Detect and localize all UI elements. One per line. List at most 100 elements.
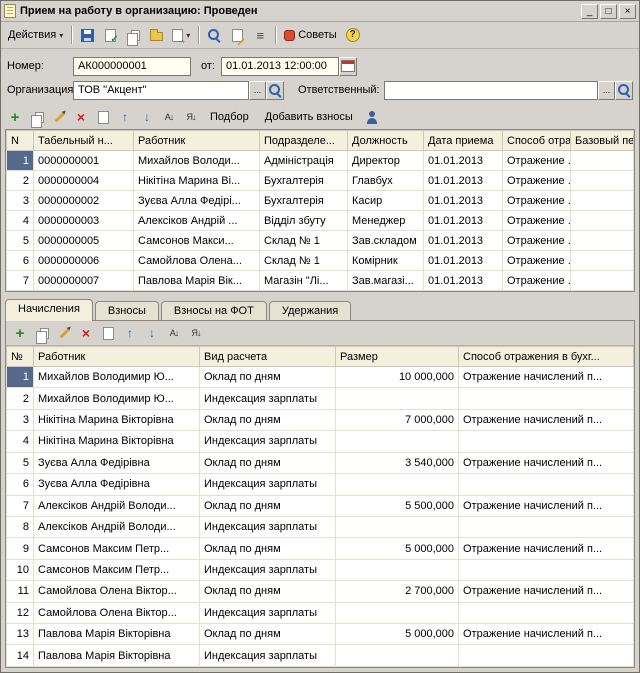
cell[interactable]: Оклад по дням — [199, 580, 336, 603]
cell[interactable]: 01.01.2013 — [423, 170, 503, 191]
table-row[interactable]: 7 0000000007 Павлова Марія Вік... Магазін "… — [6, 270, 634, 291]
cell[interactable]: 6 — [6, 250, 34, 271]
cell[interactable]: Отражение ... — [502, 270, 571, 291]
column-header[interactable]: Дата приема — [423, 130, 503, 151]
cell[interactable]: Михайлов Володи... — [133, 150, 260, 171]
cell[interactable]: Менеджер — [347, 210, 424, 231]
cell[interactable]: Оклад по дням — [199, 365, 336, 389]
cell[interactable]: Самсонов Максим Петр... — [33, 537, 200, 560]
responsible-ellipsis-button[interactable]: ... — [598, 80, 615, 100]
cell[interactable]: 10 — [6, 558, 34, 582]
cell[interactable] — [570, 190, 634, 211]
table-row[interactable]: 2 0000000004 Нікітіна Марина Ві... Бухгалте… — [6, 170, 634, 191]
cell[interactable]: Самсонов Максим Петр... — [33, 558, 200, 582]
cell[interactable]: 1 — [6, 150, 34, 171]
cell[interactable] — [335, 430, 459, 453]
cell[interactable]: Зуєва Алла Федірівна — [33, 473, 200, 496]
table-row[interactable]: 6 Зуєва Алла Федірівна Индексация зарплаты — [6, 473, 634, 496]
cell[interactable]: Нікітіна Марина Вікторівна — [33, 430, 200, 453]
cell[interactable]: 5 — [6, 230, 34, 251]
help-button[interactable]: ? — [342, 24, 364, 46]
cell[interactable]: Комірник — [347, 250, 424, 271]
copy-button[interactable] — [122, 24, 144, 46]
column-header[interactable]: Вид расчета — [199, 346, 336, 367]
cell[interactable]: 01.01.2013 — [423, 150, 503, 171]
cell[interactable]: 01.01.2013 — [423, 250, 503, 271]
cell[interactable]: 5 500,000 — [335, 494, 459, 517]
cell[interactable] — [570, 150, 634, 171]
cell[interactable]: Отражение ... — [502, 230, 571, 251]
copy-row-button[interactable] — [27, 107, 47, 128]
cell[interactable] — [458, 473, 634, 496]
sort-asc-button[interactable]: А↓ — [159, 107, 179, 127]
cell[interactable]: Алексіков Андрій Володи... — [33, 515, 200, 539]
column-header[interactable]: Табельный н... — [33, 130, 134, 151]
cell[interactable]: Касир — [347, 190, 424, 211]
pick-button[interactable]: Подбор — [203, 107, 256, 127]
close-button[interactable]: × — [619, 3, 636, 19]
column-header[interactable]: Способ отражения в бухг... — [458, 346, 634, 367]
cell[interactable]: Главбух — [347, 170, 424, 191]
cell[interactable]: Михайлов Володимир Ю... — [33, 387, 200, 410]
sort-asc-button[interactable]: А↓ — [164, 323, 184, 343]
table-row[interactable]: 3 Нікітіна Марина Вікторівна Оклад по дням… — [6, 408, 634, 432]
column-header[interactable]: Способ отра... — [502, 130, 571, 151]
cell[interactable]: 7 000,000 — [335, 408, 459, 432]
find-button[interactable] — [203, 24, 225, 46]
cell[interactable]: Бухгалтерія — [259, 190, 348, 211]
cell[interactable]: Самсонов Макси... — [133, 230, 260, 251]
calendar-button[interactable] — [338, 56, 357, 76]
cell[interactable]: 3 540,000 — [335, 451, 459, 475]
cell[interactable]: Склад № 1 — [259, 230, 348, 251]
edit-row-button[interactable] — [54, 323, 74, 343]
cell[interactable]: Павлова Марія Вікторівна — [33, 623, 200, 646]
cell[interactable] — [458, 387, 634, 410]
cell[interactable]: Отражение начислений п... — [458, 494, 634, 517]
cell[interactable]: 01.01.2013 — [423, 210, 503, 231]
cell[interactable]: 9 — [6, 537, 34, 560]
cell[interactable]: 13 — [6, 623, 34, 646]
cell[interactable]: Отражение ... — [502, 190, 571, 211]
tips-button[interactable]: Советы — [280, 24, 340, 46]
cell[interactable]: Отражение начислений п... — [458, 408, 634, 432]
cell[interactable]: Нікітіна Марина Ві... — [133, 170, 260, 191]
cell[interactable]: Павлова Марія Вікторівна — [33, 644, 200, 667]
cell[interactable]: Индексация зарплаты — [199, 644, 336, 667]
cell[interactable]: 6 — [6, 473, 34, 496]
open-folder-button[interactable] — [145, 24, 167, 46]
organization-ellipsis-button[interactable]: ... — [249, 80, 266, 100]
cell[interactable]: 1 — [6, 365, 34, 389]
cell[interactable]: 14 — [6, 644, 34, 667]
cell[interactable]: Алексіков Андрій ... — [133, 210, 260, 231]
cell[interactable] — [335, 473, 459, 496]
post-button[interactable] — [99, 24, 121, 46]
cell[interactable]: 0000000005 — [33, 230, 134, 251]
cell[interactable]: 5 — [6, 451, 34, 475]
table-row[interactable]: 10 Самсонов Максим Петр... Индексация зарп… — [6, 558, 634, 582]
cell[interactable]: 0000000004 — [33, 170, 134, 191]
maximize-button[interactable]: □ — [600, 3, 617, 19]
cell[interactable]: Индексация зарплаты — [199, 601, 336, 625]
cell[interactable]: Индексация зарплаты — [199, 558, 336, 582]
cell[interactable]: 3 — [6, 408, 34, 432]
cell[interactable]: 5 000,000 — [335, 623, 459, 646]
cell[interactable]: Отражение начислений п... — [458, 580, 634, 603]
tab-contributions-fot[interactable]: Взносы на ФОТ — [160, 301, 267, 321]
cell[interactable]: 10 000,000 — [335, 365, 459, 389]
cell[interactable]: Оклад по дням — [199, 623, 336, 646]
cell[interactable] — [458, 430, 634, 453]
cell[interactable]: 7 — [6, 494, 34, 517]
number-field[interactable] — [73, 56, 191, 76]
cell[interactable] — [458, 515, 634, 539]
add-row-button[interactable]: + — [5, 107, 25, 127]
cell[interactable]: Оклад по дням — [199, 408, 336, 432]
cell[interactable] — [335, 515, 459, 539]
cell[interactable]: Зав.магазі... — [347, 270, 424, 291]
edit-report-button[interactable] — [226, 24, 248, 46]
move-up-button[interactable]: ↑ — [120, 323, 140, 343]
minimize-button[interactable]: _ — [581, 3, 598, 19]
table-row[interactable]: 5 0000000005 Самсонов Макси... Склад № 1 Зав… — [6, 230, 634, 251]
actions-menu-button[interactable]: Действия ▾ — [4, 24, 67, 46]
cell[interactable]: Михайлов Володимир Ю... — [33, 365, 200, 389]
cell[interactable] — [335, 644, 459, 667]
